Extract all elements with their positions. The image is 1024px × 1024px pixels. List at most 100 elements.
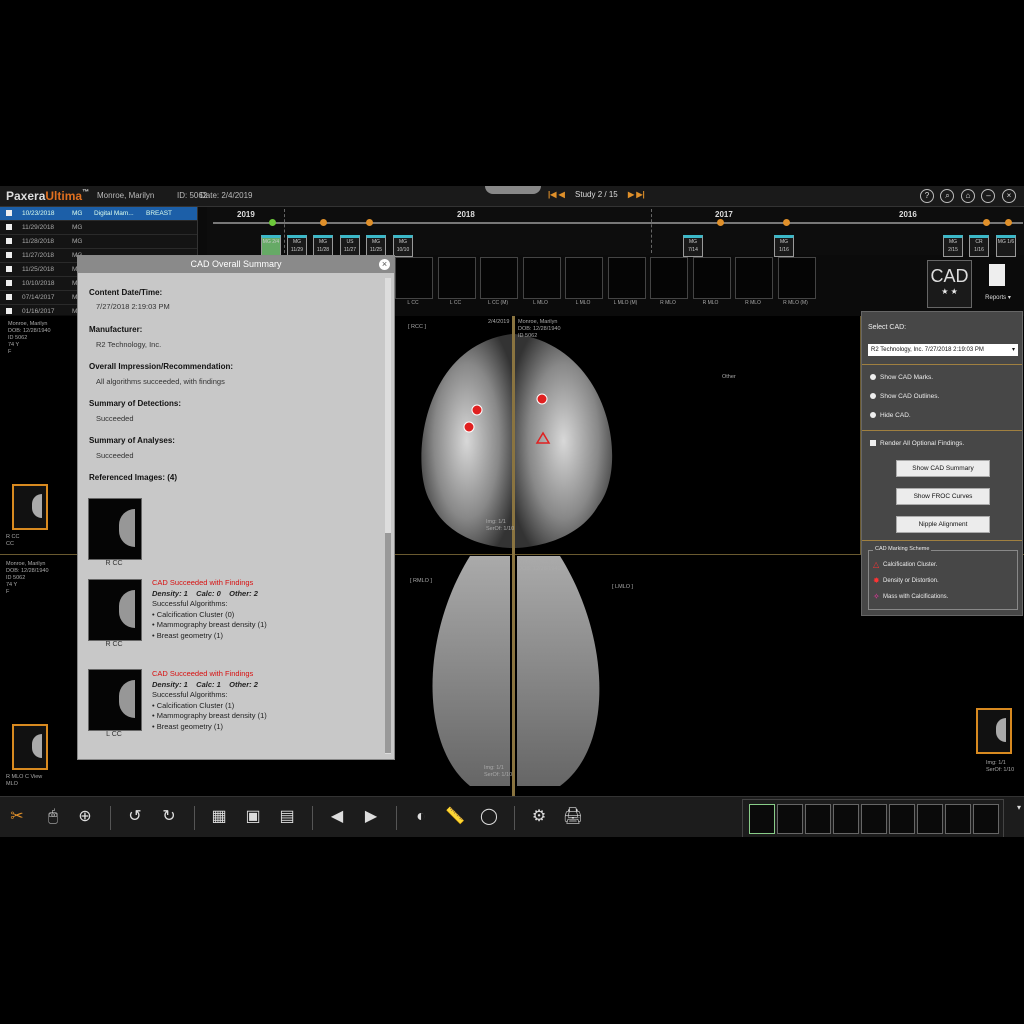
series-thumbnail[interactable] <box>607 257 646 299</box>
referenced-image-thumbnail[interactable] <box>88 579 142 641</box>
home-icon[interactable]: ⌂ <box>960 189 975 203</box>
mouse-icon[interactable]: 🖱 <box>42 806 64 828</box>
cad-button[interactable]: CAD ★ ★ <box>927 260 972 308</box>
help-icon[interactable]: ? <box>919 189 934 203</box>
hanging-protocol-icon[interactable] <box>749 804 775 834</box>
study-checkbox[interactable] <box>6 210 12 216</box>
series-thumbnail[interactable] <box>565 257 603 299</box>
zoom-icon[interactable]: ⊕ <box>74 806 96 828</box>
search-icon[interactable]: ⌕ <box>940 189 955 203</box>
close-icon[interactable]: × <box>1002 189 1016 203</box>
study-checkbox[interactable] <box>6 266 12 272</box>
rotate-icon[interactable]: ◯ <box>478 806 500 828</box>
previous-icon[interactable]: ◀ <box>326 806 348 828</box>
layout-compare-icon[interactable]: ▤ <box>276 806 298 828</box>
study-checkbox[interactable] <box>6 238 12 244</box>
hanging-protocol-icon[interactable] <box>805 804 831 834</box>
radio-hide-cad[interactable]: Hide CAD. <box>870 412 911 419</box>
timeline-study-chip[interactable]: MG 2/15 <box>943 235 963 257</box>
algorithm-item: • Calcification Cluster (0) <box>152 609 235 619</box>
study-checkbox[interactable] <box>6 308 12 314</box>
last-study-icon[interactable]: ▶| <box>636 190 644 199</box>
study-date: 11/28/2018 <box>22 238 55 245</box>
print-icon[interactable]: 🖨 <box>562 806 584 828</box>
measure-icon[interactable]: 📏 <box>444 806 466 828</box>
referenced-image-thumbnail[interactable] <box>88 669 142 731</box>
expand-icon[interactable]: ▾ <box>1008 797 1024 819</box>
timeline-dot[interactable] <box>366 219 373 226</box>
study-checkbox[interactable] <box>6 224 12 230</box>
history-forward-icon[interactable]: ↻ <box>158 806 180 828</box>
timeline-study-chip[interactable]: MG 11/29 <box>287 235 307 257</box>
hanging-protocol-icon[interactable] <box>917 804 943 834</box>
show-cad-summary-button[interactable]: Show CAD Summary <box>896 460 990 477</box>
series-thumbnail[interactable] <box>650 257 688 299</box>
hanging-protocol-icon[interactable] <box>861 804 887 834</box>
hanging-protocol-icon[interactable] <box>833 804 859 834</box>
tools-icon[interactable]: ✂ <box>6 806 28 828</box>
star-icon: ✸ <box>873 576 880 585</box>
study-row[interactable]: 10/23/2018 MG Digital Mam... BREAST <box>0 207 197 221</box>
series-thumbnail[interactable] <box>735 257 773 299</box>
radio-show-cad-marks[interactable]: Show CAD Marks. <box>870 374 933 381</box>
timeline-study-chip[interactable]: MG 11/28 <box>313 235 333 257</box>
radio-show-cad-outlines[interactable]: Show CAD Outlines. <box>870 393 939 400</box>
timeline-study-chip[interactable]: MG 2/4 <box>261 235 281 257</box>
window-level-icon[interactable]: ◐ <box>410 806 432 828</box>
minimize-icon[interactable]: – <box>981 189 996 203</box>
next-icon[interactable]: ▶ <box>360 806 382 828</box>
hanging-protocol-icon[interactable] <box>973 804 999 834</box>
timeline-study-chip[interactable]: MG 11/25 <box>366 235 386 257</box>
series-thumbnail-label: L CC <box>449 300 462 306</box>
show-froc-curves-button[interactable]: Show FROC Curves <box>896 488 990 505</box>
nipple-alignment-button[interactable]: Nipple Alignment <box>896 516 990 533</box>
study-row[interactable]: 11/28/2018 MG <box>0 235 197 249</box>
series-thumbnail-label: R MLO (M) <box>783 300 808 306</box>
timeline-study-chip[interactable]: MG 1/16 <box>774 235 794 257</box>
hanging-protocol-icon[interactable] <box>777 804 803 834</box>
cad-settings-icon[interactable]: ⚙ <box>528 806 550 828</box>
select-cad-dropdown[interactable]: R2 Technology, Inc. 7/27/2018 2:19:03 PM… <box>868 344 1018 356</box>
study-checkbox[interactable] <box>6 280 12 286</box>
timeline-dot[interactable] <box>983 219 990 226</box>
series-thumbnail[interactable] <box>437 257 476 299</box>
timeline-dot[interactable] <box>320 219 327 226</box>
timeline-study-chip[interactable]: CR 1/16 <box>969 235 989 257</box>
checkbox-render-optional[interactable]: Render All Optional Findings. <box>870 440 964 447</box>
mini-thumbnail-rcc[interactable] <box>12 484 48 530</box>
dialog-scrollbar[interactable] <box>385 278 391 754</box>
series-thumbnail[interactable] <box>692 257 731 299</box>
next-study-icon[interactable]: ▶ <box>628 190 634 199</box>
study-row[interactable]: 11/29/2018 MG <box>0 221 197 235</box>
hanging-protocol-icon[interactable] <box>889 804 915 834</box>
timeline-study-chip[interactable]: US 11/27 <box>340 235 360 257</box>
first-study-icon[interactable]: |◀ <box>548 190 556 199</box>
cad-marking-scheme: CAD Marking Scheme △ Calcification Clust… <box>868 546 1018 610</box>
reports-button[interactable]: Reports ▾ <box>977 260 1019 306</box>
series-thumbnail[interactable] <box>522 257 561 299</box>
hanging-protocol-icon[interactable] <box>945 804 971 834</box>
drawer-handle[interactable] <box>485 186 541 194</box>
timeline-study-chip[interactable]: MG 7/14 <box>683 235 703 257</box>
layout-split-icon[interactable]: ▣ <box>242 806 264 828</box>
dialog-close-icon[interactable]: × <box>379 259 390 270</box>
study-checkbox[interactable] <box>6 252 12 258</box>
timeline-dot[interactable] <box>717 219 724 226</box>
series-thumbnail[interactable] <box>395 257 433 299</box>
mini-thumbnail-right[interactable] <box>976 708 1012 754</box>
study-date: 01/16/2017 <box>22 308 55 315</box>
referenced-image-thumbnail[interactable] <box>88 498 142 560</box>
study-checkbox[interactable] <box>6 294 12 300</box>
timeline-study-chip[interactable]: MG 1/6 <box>996 235 1016 257</box>
series-thumbnail[interactable] <box>777 257 816 299</box>
timeline-dot[interactable] <box>1005 219 1012 226</box>
timeline-dot[interactable] <box>783 219 790 226</box>
history-back-icon[interactable]: ↺ <box>124 806 146 828</box>
layout-grid-icon[interactable]: ▦ <box>208 806 230 828</box>
scrollbar-thumb[interactable] <box>385 533 391 753</box>
mini-thumbnail-rmlo[interactable] <box>12 724 48 770</box>
timeline-study-chip[interactable]: MG 10/10 <box>393 235 413 257</box>
series-thumbnail[interactable] <box>480 257 518 299</box>
timeline-dot-current[interactable] <box>269 219 276 226</box>
prev-study-icon[interactable]: ◀ <box>559 190 565 199</box>
